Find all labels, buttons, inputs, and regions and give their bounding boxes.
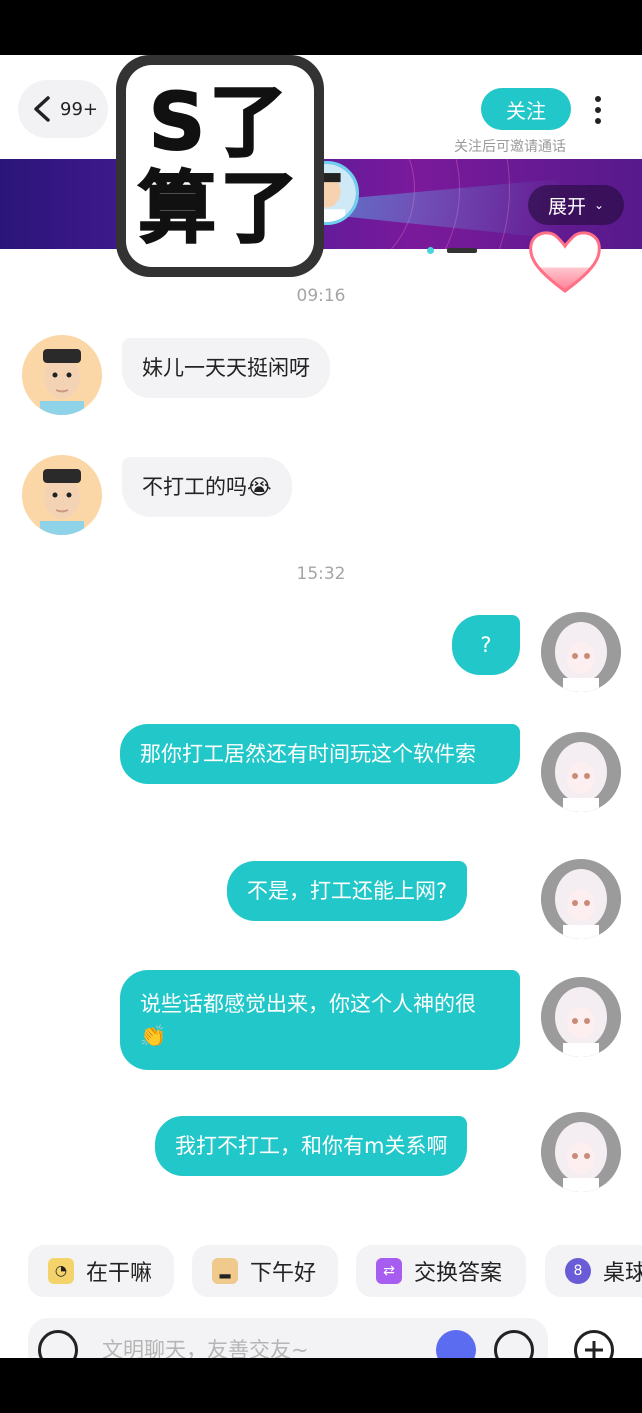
outgoing-message[interactable]: 我打不打工，和你有m关系啊 (155, 1116, 468, 1176)
outgoing-message[interactable]: ? (452, 615, 520, 675)
incoming-message[interactable]: 妹儿一天天挺闲呀 (122, 338, 330, 398)
my-avatar[interactable] (541, 612, 621, 692)
expand-button[interactable]: 展开 ⌄ (528, 185, 624, 225)
quick-reply-chip[interactable]: ◔ 在干嘛 (28, 1245, 174, 1297)
outgoing-message[interactable]: 不是，打工还能上网? (227, 861, 468, 921)
expand-label: 展开 (547, 195, 586, 218)
my-avatar[interactable] (541, 1112, 621, 1192)
incoming-message[interactable]: 不打工的吗😭 (122, 457, 292, 517)
my-avatar[interactable] (541, 859, 621, 939)
pager-indicator (447, 248, 477, 253)
my-avatar[interactable] (541, 977, 621, 1057)
more-options-icon[interactable] (586, 92, 610, 132)
follow-button[interactable]: 关注 (481, 88, 571, 130)
quick-reply-label: 交换答案 (414, 1261, 503, 1286)
quick-reply-chip[interactable]: 8 桌球 (545, 1245, 642, 1297)
quick-reply-label: 下午好 (250, 1261, 317, 1286)
my-avatar[interactable] (541, 732, 621, 812)
emoji-icon[interactable] (494, 1330, 534, 1358)
timestamp: 15:32 (296, 564, 346, 584)
chat-screen: 99+ 关注 关注后可邀请通话 展开 ⌄ S了 算了 09:16 妹儿一天天挺闲… (0, 55, 642, 1358)
sticker-text-line1: S了 (148, 78, 292, 168)
contact-avatar[interactable] (22, 335, 102, 415)
swap-icon: ⇄ (376, 1258, 402, 1284)
waving-emoji-icon: ◔ (48, 1258, 74, 1284)
quick-reply-chip[interactable]: ▂ 下午好 (192, 1245, 338, 1297)
quick-reply-label: 桌球 (603, 1261, 642, 1286)
back-button[interactable]: 99+ (18, 80, 108, 138)
input-placeholder: 文明聊天，友善交友~ (102, 1338, 309, 1358)
chevron-down-icon: ⌄ (593, 198, 605, 212)
unread-count: 99+ (60, 98, 98, 120)
pager-dot (427, 247, 434, 254)
sticker-overlay: S了 算了 (116, 55, 324, 277)
add-attachment-icon[interactable] (574, 1330, 614, 1358)
pudding-icon: ▂ (212, 1258, 238, 1284)
outgoing-message[interactable]: 说些话都感觉出来，你这个人神的很👏 (120, 970, 520, 1070)
contact-avatar[interactable] (22, 455, 102, 535)
follow-hint: 关注后可邀请通话 (454, 139, 566, 155)
ai-assistant-icon[interactable] (436, 1330, 476, 1358)
message-input[interactable]: 文明聊天，友善交友~ (28, 1318, 548, 1358)
quick-reply-chip[interactable]: ⇄ 交换答案 (356, 1245, 526, 1297)
quick-reply-label: 在干嘛 (86, 1261, 153, 1286)
sticker-text-line2: 算了 (137, 164, 302, 254)
timestamp: 09:16 (296, 286, 346, 306)
outgoing-message[interactable]: 那你打工居然还有时间玩这个软件索 (120, 724, 520, 784)
voice-icon[interactable] (38, 1330, 78, 1358)
billiard-icon: 8 (565, 1258, 591, 1284)
back-arrow-icon (34, 96, 50, 122)
